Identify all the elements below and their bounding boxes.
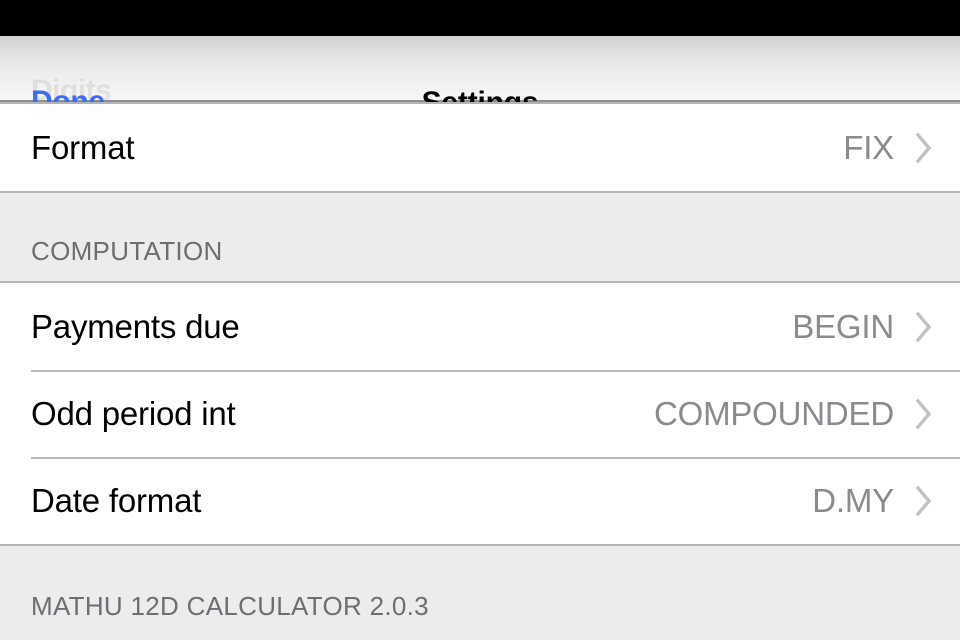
navigation-bar: Digits Done Settings [0, 36, 960, 119]
settings-row-format[interactable]: Format FIX [0, 104, 960, 191]
settings-row-value: D.MY [812, 481, 894, 519]
chevron-right-icon [914, 397, 934, 431]
settings-row-odd-period-int[interactable]: Odd period int COMPOUNDED [0, 370, 960, 457]
chevron-right-icon [914, 131, 934, 165]
settings-row-date-format[interactable]: Date format D.MY [0, 457, 960, 544]
settings-row-value: FIX [843, 128, 894, 166]
settings-row-label: Odd period int [31, 394, 236, 432]
settings-row-payments-due[interactable]: Payments due BEGIN [0, 283, 960, 370]
section-header-computation: COMPUTATION [31, 236, 223, 266]
settings-row-label: Format [31, 128, 135, 166]
app-version-footer: MATHU 12D CALCULATOR 2.0.3 [0, 546, 960, 636]
chevron-right-icon [914, 310, 934, 344]
settings-row-value: BEGIN [792, 307, 894, 345]
settings-screen: Digits Done Settings Format FIX COMPUTAT… [0, 0, 960, 640]
settings-row-value: COMPOUNDED [653, 394, 894, 432]
settings-list: Format FIX COMPUTATION Payments due BEGI… [0, 102, 960, 640]
section-gap-computation: COMPUTATION [0, 193, 960, 281]
chevron-right-icon [914, 484, 934, 518]
settings-row-label: Date format [31, 481, 202, 519]
settings-group-computation: Payments due BEGIN Odd period int COMPOU… [0, 281, 960, 546]
app-version-label: MATHU 12D CALCULATOR 2.0.3 [31, 591, 429, 621]
settings-group-format: Format FIX [0, 102, 960, 193]
settings-row-label: Payments due [31, 307, 240, 345]
status-bar [0, 0, 960, 36]
